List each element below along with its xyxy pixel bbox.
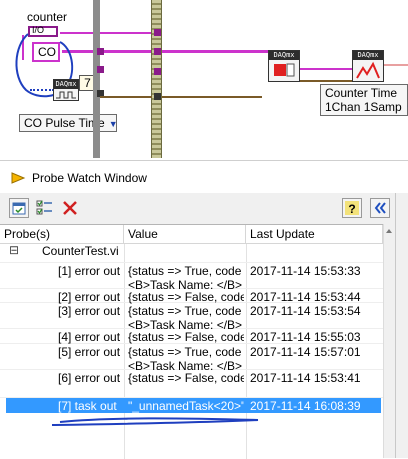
daqmx-read-node[interactable]: DAQmx <box>352 50 384 82</box>
title-bar: Probe Watch Window <box>0 160 408 194</box>
probe-value: "_unnamedTask<20>" <box>128 399 244 413</box>
table-row[interactable] <box>0 397 393 398</box>
help-icon: ? <box>345 201 359 216</box>
probe-name: [3] error out <box>58 304 121 318</box>
probe-name: [4] error out <box>58 330 121 344</box>
probe-name: [5] error out <box>58 345 121 359</box>
vertical-scrollbar[interactable] <box>383 224 394 458</box>
toggle-list-button[interactable] <box>35 198 55 218</box>
daqmx-header: DAQmx <box>269 51 299 60</box>
ring-label: 1Chan 1Samp <box>325 100 402 114</box>
column-header-value[interactable]: Value <box>124 225 246 244</box>
co-pulse-time-ring[interactable]: CO Pulse Time ▼ <box>19 114 118 132</box>
tunnel <box>154 48 161 55</box>
last-update-time: 2017-11-14 15:53:33 <box>250 264 361 278</box>
daqmx-header: DAQmx <box>353 51 383 60</box>
last-update-time: 2017-11-14 15:53:54 <box>250 304 361 318</box>
wire <box>162 96 262 98</box>
wire <box>100 96 152 98</box>
tunnel <box>97 66 104 73</box>
collapse-icon <box>374 202 386 214</box>
probe-value: {status => False, code <box>128 371 244 385</box>
svg-text:?: ? <box>348 202 355 216</box>
probe-name: [6] error out <box>58 371 121 385</box>
tunnel <box>154 93 161 100</box>
probe-value: {status => True, code <box>128 264 242 278</box>
tunnel <box>154 68 161 75</box>
scroll-up-icon[interactable] <box>384 226 394 236</box>
probe-value: {status => False, code <box>128 330 244 344</box>
delete-probe-button[interactable] <box>60 198 80 218</box>
value-display-pane <box>395 193 408 458</box>
probe-name: [1] error out <box>58 264 121 278</box>
probe-value: {status => True, code <box>128 304 242 318</box>
last-update-time: 2017-11-14 15:55:03 <box>250 330 361 344</box>
tunnel <box>97 48 104 55</box>
collapse-pane-button[interactable] <box>370 198 390 218</box>
wire <box>300 80 355 82</box>
last-update-time: 2017-11-14 15:57:01 <box>250 345 361 359</box>
probe-value: {status => True, code <box>128 345 242 359</box>
delete-icon <box>63 201 77 215</box>
last-update-time: 2017-11-14 15:53:41 <box>250 371 361 385</box>
wire <box>30 89 54 91</box>
column-header-probes[interactable]: Probe(s) <box>0 225 124 244</box>
help-button[interactable]: ? <box>342 198 362 218</box>
window-title: Probe Watch Window <box>32 171 147 185</box>
structure-border <box>93 0 100 158</box>
last-update-time: 2017-11-14 15:53:44 <box>250 290 361 304</box>
table-row[interactable] <box>0 262 393 263</box>
block-diagram: counter I/O CO DAQmx 7 CO Pulse Time ▼ D… <box>0 0 408 158</box>
dropdown-arrow-icon: ▼ <box>108 119 118 129</box>
select-all-button[interactable] <box>9 198 29 218</box>
counter-label: counter <box>27 10 68 24</box>
wire <box>300 68 360 70</box>
read-icon <box>356 61 380 79</box>
toolbar: ? <box>0 193 408 224</box>
select-all-icon <box>12 202 26 215</box>
daqmx-header: DAQmx <box>54 80 78 89</box>
wire <box>384 64 408 66</box>
start-task-icon <box>274 63 295 77</box>
checkbox-list-icon <box>36 200 52 215</box>
ring-label: Counter Time <box>325 86 398 100</box>
probe-name: [2] error out <box>58 290 121 304</box>
annotation-underline <box>51 417 259 426</box>
last-update-time: 2017-11-14 16:08:39 <box>250 399 361 413</box>
sequence-frame-border <box>151 0 162 158</box>
probe-window-icon <box>11 172 26 184</box>
daqmx-start-task-node[interactable]: DAQmx <box>268 50 300 82</box>
daqmx-create-channel-node[interactable]: DAQmx <box>53 79 79 101</box>
probe-value: {status => False, code <box>128 290 244 304</box>
probe-name: [7] task out <box>58 399 117 413</box>
tunnel <box>154 29 161 36</box>
root-vi-item[interactable]: CounterTest.vi <box>42 244 119 258</box>
collapse-toggle-icon[interactable]: ⊟ <box>9 243 19 257</box>
column-header-last-update[interactable]: Last Update <box>246 225 383 244</box>
counter-time-ring[interactable]: Counter Time 1Chan 1Samp▼ <box>320 84 408 116</box>
pulse-icon <box>56 91 76 99</box>
